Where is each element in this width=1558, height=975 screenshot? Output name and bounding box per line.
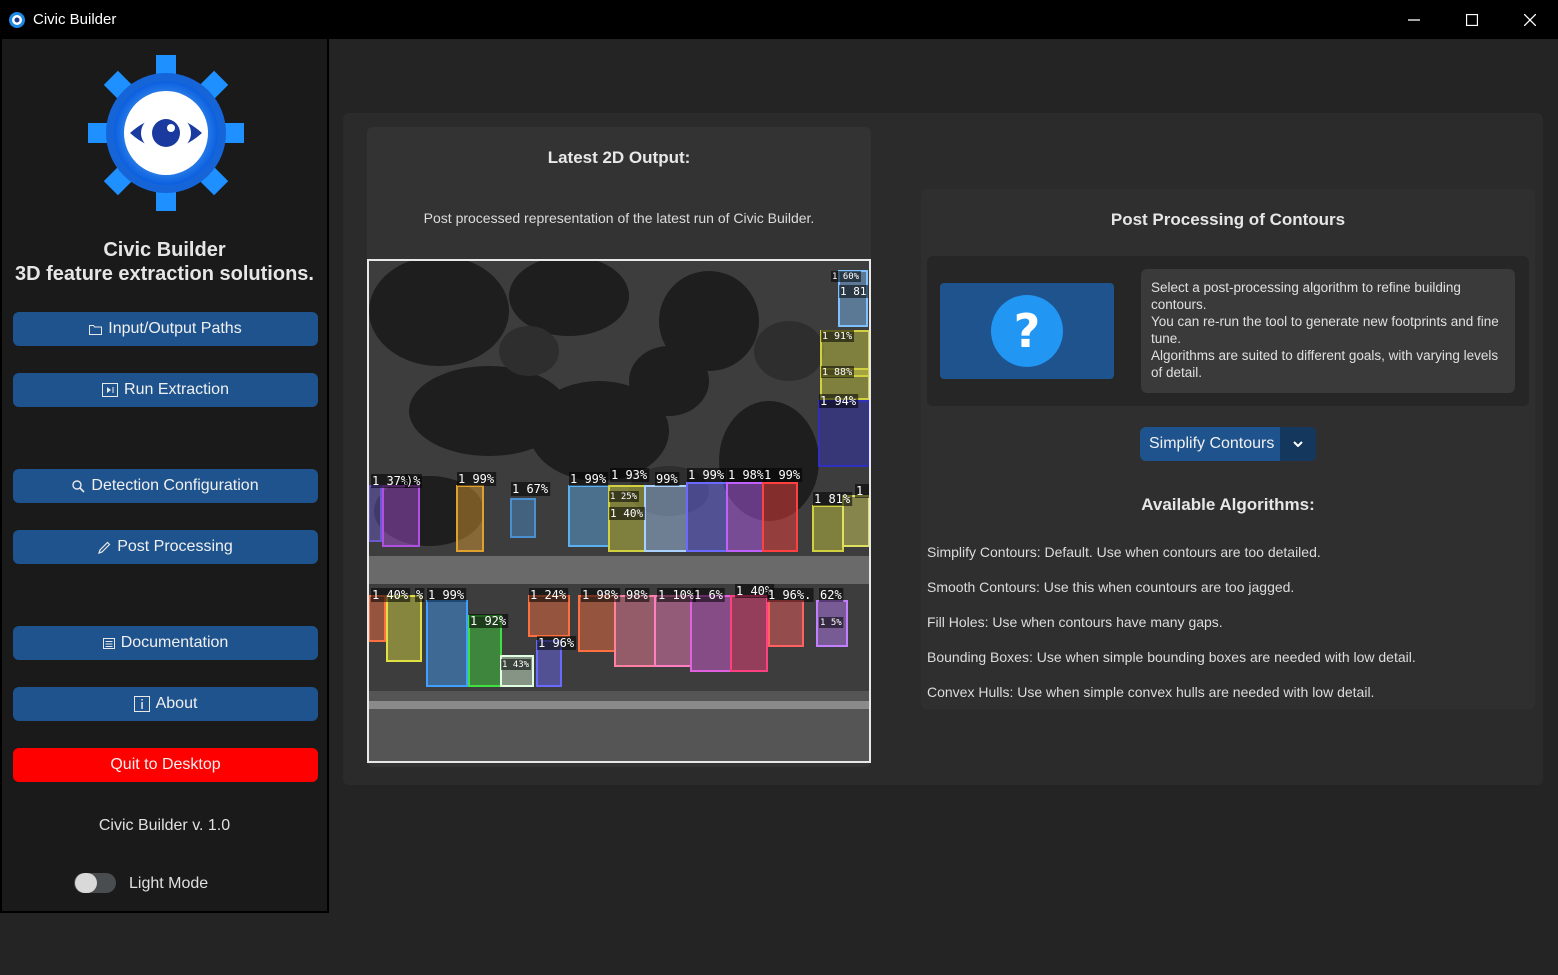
- detection-label: )%: [406, 474, 421, 488]
- chevron-down-icon: [1293, 441, 1303, 447]
- output-preview-image: 1 60% 1 81 1 91% 1 88% 1 94% 1 37%)% 1 99% 1 67…: [367, 259, 871, 763]
- run-extraction-label: Run Extraction: [124, 381, 229, 398]
- detection-label: 1 96%.: [768, 588, 811, 602]
- folder-icon: [89, 324, 103, 335]
- detection-label: 1 81: [840, 285, 867, 298]
- detection-label: %: [416, 588, 424, 602]
- pencil-icon: [98, 541, 111, 554]
- algorithm-select[interactable]: Simplify Contours: [1140, 427, 1316, 461]
- latest-output-title: Latest 2D Output:: [547, 148, 691, 167]
- detection-label: 1 60%: [832, 272, 860, 282]
- detection-label: 1 24%: [530, 588, 567, 602]
- detection-label: 1 96%: [538, 636, 575, 650]
- detection-label: 1 5%: [820, 618, 842, 628]
- algorithm-description: Simplify Contours: Default. Use when con…: [927, 544, 1321, 560]
- documentation-label: Documentation: [120, 634, 229, 651]
- info-line: Algorithms are suited to different goals…: [1151, 348, 1499, 380]
- help-tile: ?: [940, 283, 1114, 379]
- close-button[interactable]: [1501, 0, 1558, 39]
- latest-output-subtitle: Post processed representation of the lat…: [423, 210, 815, 226]
- minimize-button[interactable]: [1385, 0, 1443, 39]
- documentation-button[interactable]: Documentation: [13, 626, 318, 660]
- minimize-icon: [1408, 18, 1420, 21]
- detection-label: 1 25%: [610, 492, 638, 502]
- info-line: Select a post-processing algorithm to re…: [1151, 280, 1461, 312]
- info-icon: [133, 696, 150, 712]
- algorithm-select-value: Simplify Contours: [1149, 435, 1275, 452]
- detection-label: 1 88%: [822, 367, 852, 378]
- detection-label: 1 81%: [814, 492, 851, 506]
- detection-label: 1 67%: [512, 482, 549, 496]
- algorithm-description: Fill Holes: Use when contours have many …: [927, 614, 1223, 630]
- algorithm-select-dropdown-button[interactable]: [1280, 427, 1316, 461]
- input-output-paths-button[interactable]: Input/Output Paths: [13, 312, 318, 346]
- info-description: Select a post-processing algorithm to re…: [1141, 269, 1515, 393]
- detection-label: 1 40%: [610, 507, 643, 520]
- window-title: Civic Builder: [33, 11, 117, 28]
- brand-name: Civic Builder: [103, 239, 226, 261]
- run-extraction-button[interactable]: Run Extraction: [13, 373, 318, 407]
- detection-label: 1 43%: [502, 660, 530, 670]
- input-output-paths-label: Input/Output Paths: [108, 320, 242, 337]
- sidebar: Civic Builder 3D feature extraction solu…: [0, 39, 329, 913]
- light-mode-label: Light Mode: [129, 875, 209, 892]
- detection-configuration-label: Detection Configuration: [91, 477, 259, 494]
- detection-label: 1 37%: [372, 474, 409, 488]
- available-algorithms-title: Available Algorithms:: [1141, 495, 1315, 514]
- quit-to-desktop-button[interactable]: Quit to Desktop: [13, 748, 318, 782]
- post-processing-button[interactable]: Post Processing: [13, 530, 318, 564]
- light-mode-toggle[interactable]: [74, 873, 116, 893]
- info-line: You can re-run the tool to generate new …: [1151, 314, 1499, 346]
- brand-tagline: 3D feature extraction solutions.: [15, 263, 314, 285]
- algorithm-description: Smooth Contours: Use this when countours…: [927, 579, 1295, 595]
- title-bar: Civic Builder: [0, 0, 1558, 39]
- question-icon: ?: [991, 295, 1063, 367]
- about-button[interactable]: About: [13, 687, 318, 721]
- detection-label: 1 6%: [694, 588, 724, 602]
- document-icon: [102, 638, 115, 649]
- post-processing-label: Post Processing: [117, 538, 233, 555]
- app-icon: [9, 12, 25, 28]
- detection-label: 1 93%: [611, 468, 648, 482]
- detection-label: 1 94: [856, 484, 869, 498]
- detection-label: 99%: [656, 472, 678, 486]
- detection-label: 98%: [626, 588, 648, 602]
- maximize-button[interactable]: [1443, 0, 1501, 39]
- detection-label: 1 98%: [728, 468, 765, 482]
- post-processing-title: Post Processing of Contours: [1110, 210, 1346, 229]
- detection-label: 1 92%: [470, 614, 507, 628]
- detection-label: 62%: [820, 588, 842, 602]
- algorithm-description: Bounding Boxes: Use when simple bounding…: [927, 649, 1416, 665]
- detection-label: 1 99%: [570, 472, 607, 486]
- detection-label: 1 98%: [582, 588, 619, 602]
- civic-builder-logo: [88, 55, 244, 211]
- detection-label: 1 10%: [658, 588, 695, 602]
- search-icon: [72, 479, 85, 493]
- detection-label: 1 99%: [428, 588, 465, 602]
- detection-label: 1 91%: [822, 331, 852, 342]
- aerial-output-map: 1 60% 1 81 1 91% 1 88% 1 94% 1 37%)% 1 99% 1 67…: [369, 261, 869, 761]
- maximize-icon: [1466, 13, 1478, 26]
- detection-label: 1 99%: [458, 472, 495, 486]
- detection-configuration-button[interactable]: Detection Configuration: [13, 469, 318, 503]
- close-icon: [1524, 13, 1536, 26]
- detection-label: 1 99%: [688, 468, 725, 482]
- detection-label: 1 99%: [764, 468, 801, 482]
- detection-label: 1 94%: [820, 394, 857, 408]
- about-label: About: [155, 695, 198, 712]
- version-label: Civic Builder v. 1.0: [98, 817, 231, 834]
- run-icon: [102, 383, 119, 397]
- detection-label: 1 40%: [372, 588, 409, 602]
- algorithm-description: Convex Hulls: Use when simple convex hul…: [927, 684, 1375, 700]
- toggle-knob: [75, 873, 97, 893]
